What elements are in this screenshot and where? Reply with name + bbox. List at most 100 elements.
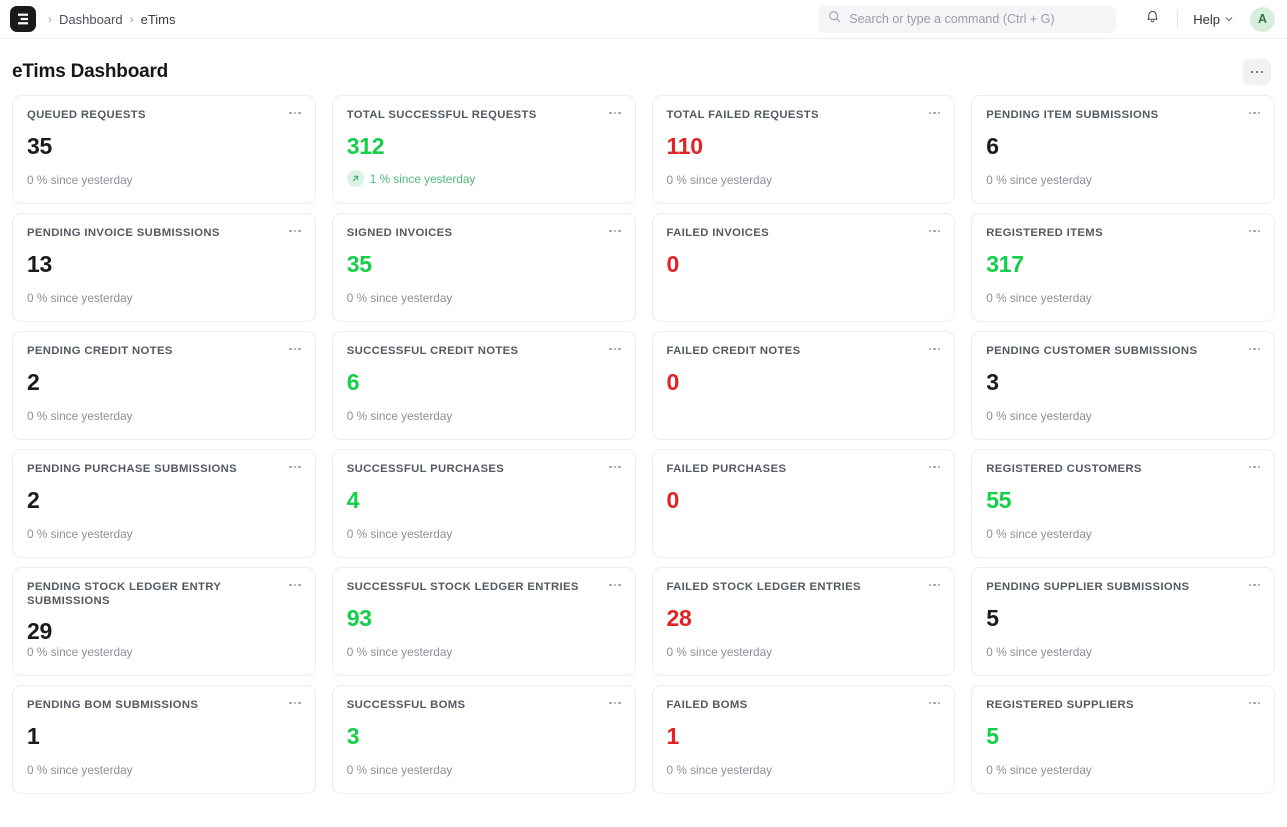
ellipsis-icon-dot [928,230,932,233]
metric-card[interactable]: TOTAL FAILED REQUESTS 110 0 % since yester… [651,95,956,204]
metric-card-menu-button[interactable] [289,227,301,233]
metric-card[interactable]: SUCCESSFUL CREDIT NOTES 6 0 % since yester… [331,331,636,440]
metric-card-footer-text: 0 % since yesterday [27,291,133,305]
metric-card-footer-text: 0 % since yesterday [27,645,133,659]
metric-card[interactable]: FAILED BOMS 1 0 % since yesterday [651,685,956,794]
search-box[interactable] [818,5,1117,33]
metric-card[interactable]: PENDING BOM SUBMISSIONS 1 0 % since yester… [12,685,316,794]
ellipsis-icon-dot [613,584,617,587]
metric-card-header: FAILED CREDIT NOTES [667,345,941,359]
ellipsis-icon-dot [613,230,617,233]
ellipsis-icon-dot [937,466,941,469]
metric-card-menu-button[interactable] [609,227,621,233]
metric-card[interactable]: PENDING CREDIT NOTES 2 0 % since yesterday [12,331,316,440]
ellipsis-icon-dot [1253,584,1256,587]
metric-card-label: TOTAL SUCCESSFUL REQUESTS [346,109,537,121]
metric-card-menu-button[interactable] [928,699,941,705]
metric-card[interactable]: PENDING CUSTOMER SUBMISSIONS 3 0 % since y… [971,331,1275,440]
metric-card-header: PENDING BOM SUBMISSIONS [27,699,301,713]
metric-card[interactable]: SUCCESSFUL PURCHASES 4 0 % since yesterday [331,449,636,558]
ellipsis-icon-dot [928,112,932,115]
ellipsis-icon-dot [609,230,612,233]
ellipsis-icon-dot [937,112,941,115]
metric-card-menu-button[interactable] [289,109,301,115]
metric-card-menu-button[interactable] [928,227,941,233]
breadcrumb-item-dashboard[interactable]: Dashboard [59,12,123,27]
metric-card-menu-button[interactable] [289,345,301,351]
ellipsis-icon-dot [937,702,941,705]
metric-card-footer: 0 % since yesterday [27,173,133,187]
ellipsis-icon-dot [298,230,301,233]
etims-logo-icon[interactable] [10,6,36,32]
metric-card-footer-text: 0 % since yesterday [346,291,453,305]
metric-card-menu-button[interactable] [609,699,621,705]
metric-card-value: 3 [346,722,360,749]
ellipsis-icon-dot [1257,584,1260,587]
metric-card[interactable]: PENDING ITEM SUBMISSIONS 6 0 % since yeste… [971,95,1275,204]
metric-card-menu-button[interactable] [1248,581,1260,587]
metric-card-menu-button[interactable] [928,463,941,469]
metric-card[interactable]: REGISTERED CUSTOMERS 55 0 % since yesterda… [971,449,1275,558]
breadcrumb-item-etims[interactable]: eTims [141,12,176,27]
avatar[interactable]: A [1250,6,1275,32]
metric-card-menu-button[interactable] [1248,227,1260,233]
notifications-button[interactable] [1137,4,1167,34]
metric-card-footer: 0 % since yesterday [347,527,453,541]
breadcrumb-separator: › [48,12,52,26]
metric-card[interactable]: FAILED CREDIT NOTES 0 [651,331,956,440]
metric-card-menu-button[interactable] [609,463,621,469]
search-icon [828,10,841,28]
metric-card[interactable]: PENDING INVOICE SUBMISSIONS 13 0 % since y… [12,213,316,322]
search-input[interactable] [849,12,1107,26]
ellipsis-icon-dot [613,348,617,351]
ellipsis-icon-dot [293,348,297,351]
metric-card-menu-button[interactable] [1248,699,1260,705]
ellipsis-icon-dot [1255,70,1259,74]
metric-card-menu-button[interactable] [609,109,621,115]
ellipsis-icon-dot [298,466,301,469]
metric-card-footer-text: 0 % since yesterday [986,291,1092,305]
metric-card[interactable]: SUCCESSFUL STOCK LEDGER ENTRIES 93 0 % sin… [331,567,636,676]
metric-card-menu-button[interactable] [289,699,301,705]
metric-card[interactable]: REGISTERED SUPPLIERS 5 0 % since yesterday [971,685,1275,794]
metric-card-menu-button[interactable] [928,581,941,587]
metric-card[interactable]: REGISTERED ITEMS 317 0 % since yesterday [971,213,1275,322]
metric-card-footer: 0 % since yesterday [986,173,1092,187]
help-menu-button[interactable]: Help [1188,8,1239,31]
metric-card[interactable]: PENDING SUPPLIER SUBMISSIONS 5 0 % since y… [971,567,1275,676]
metric-card[interactable]: TOTAL SUCCESSFUL REQUESTS 312 1 % since ye… [331,95,636,204]
metric-card[interactable]: QUEUED REQUESTS 35 0 % since yesterday [12,95,316,204]
metric-card-menu-button[interactable] [1248,345,1260,351]
metric-card-footer-text: 0 % since yesterday [27,409,133,423]
metric-card-menu-button[interactable] [928,345,941,351]
metric-card-value: 55 [986,486,1012,513]
metric-card-footer-text: 0 % since yesterday [666,763,773,777]
metric-card-label: TOTAL FAILED REQUESTS [666,109,819,121]
metric-card-header: REGISTERED SUPPLIERS [986,699,1260,713]
metric-card[interactable]: SUCCESSFUL BOMS 3 0 % since yesterday [331,685,636,794]
metric-card-footer: 0 % since yesterday [27,291,133,305]
metric-card-footer: 0 % since yesterday [27,763,133,777]
metric-card-menu-button[interactable] [289,581,301,587]
ellipsis-icon-dot [933,230,936,233]
metric-card-label: FAILED BOMS [666,699,748,711]
metric-card-label: SUCCESSFUL PURCHASES [346,463,505,475]
metric-card[interactable]: PENDING STOCK LEDGER ENTRY SUBMISSIONS 29… [12,567,316,676]
metric-card-menu-button[interactable] [609,345,621,351]
metric-card[interactable]: SIGNED INVOICES 35 0 % since yesterday [331,213,636,322]
metric-card-menu-button[interactable] [609,581,621,587]
metric-card-menu-button[interactable] [928,109,941,115]
metric-card[interactable]: FAILED STOCK LEDGER ENTRIES 28 0 % since y… [651,567,956,676]
metric-card-menu-button[interactable] [1248,463,1260,469]
metric-card[interactable]: PENDING PURCHASE SUBMISSIONS 2 0 % since y… [12,449,316,558]
metric-card[interactable]: FAILED PURCHASES 0 [651,449,956,558]
metric-card[interactable]: FAILED INVOICES 0 [651,213,956,322]
ellipsis-icon-dot [609,702,612,705]
metric-card-label: SIGNED INVOICES [346,227,453,239]
metric-card-label: SUCCESSFUL STOCK LEDGER ENTRIES [346,581,579,593]
metric-card-menu-button[interactable] [289,463,301,469]
metric-card-header: TOTAL SUCCESSFUL REQUESTS [347,109,621,123]
metric-card-header: SUCCESSFUL CREDIT NOTES [347,345,621,359]
page-menu-button[interactable] [1243,59,1271,85]
metric-card-menu-button[interactable] [1248,109,1260,115]
